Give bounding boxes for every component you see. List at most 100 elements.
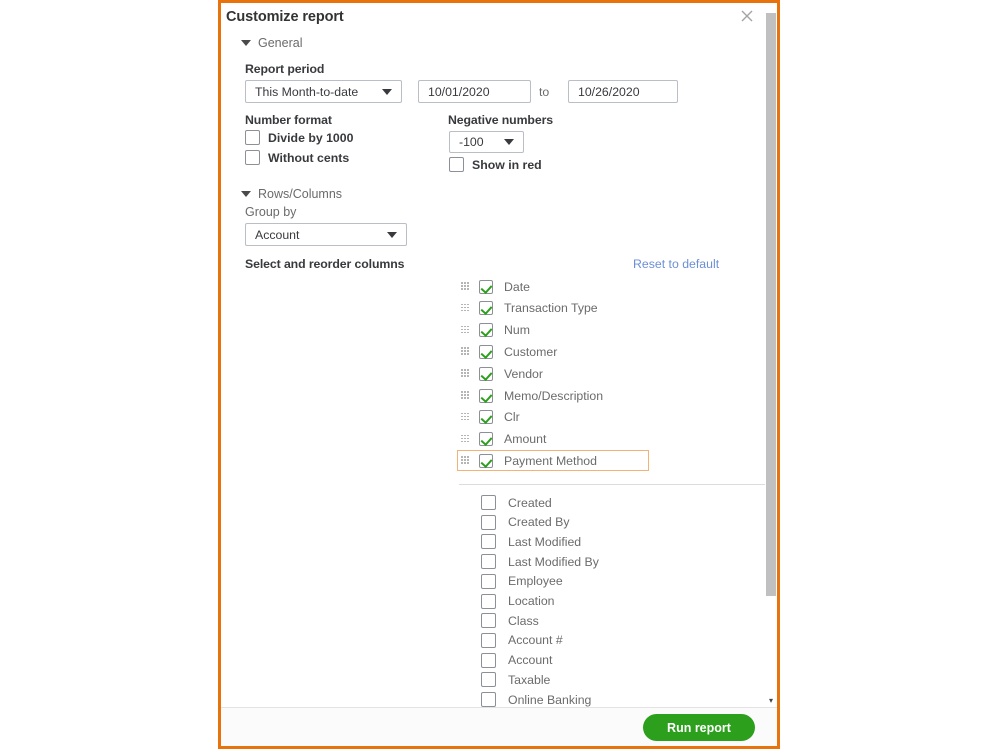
group-by-label: Group by bbox=[245, 205, 296, 219]
date-to-input[interactable]: 10/26/2020 bbox=[568, 80, 678, 103]
panel-footer: Run report bbox=[221, 707, 777, 746]
page-title: Customize report bbox=[226, 9, 344, 25]
checkbox-box[interactable] bbox=[479, 367, 493, 381]
drag-handle-icon[interactable] bbox=[461, 369, 470, 378]
checkbox-box[interactable] bbox=[481, 613, 496, 628]
checkbox-box[interactable] bbox=[479, 301, 493, 315]
column-row[interactable]: Amount bbox=[458, 429, 546, 450]
drag-handle-icon[interactable] bbox=[461, 413, 470, 422]
drag-handle-icon[interactable] bbox=[461, 326, 470, 335]
column-label: Payment Method bbox=[504, 454, 597, 468]
available-column-label: Created bbox=[508, 496, 552, 510]
checkbox-box[interactable] bbox=[481, 495, 496, 510]
checkbox-box[interactable] bbox=[481, 672, 496, 687]
section-header-general[interactable]: General bbox=[241, 36, 302, 50]
column-row[interactable]: Clr bbox=[458, 407, 520, 428]
checkbox-box[interactable] bbox=[481, 653, 496, 668]
checkbox-box[interactable] bbox=[479, 280, 493, 294]
section-label-general: General bbox=[258, 36, 302, 50]
checkbox-box[interactable] bbox=[481, 515, 496, 530]
checkbox-without-cents[interactable]: Without cents bbox=[245, 150, 349, 165]
drag-handle-icon[interactable] bbox=[461, 391, 470, 400]
customize-report-panel: Customize report General Report period T… bbox=[218, 0, 780, 749]
available-column-label: Created By bbox=[508, 515, 570, 529]
checkbox-label: Divide by 1000 bbox=[268, 131, 353, 145]
checkbox-box[interactable] bbox=[481, 633, 496, 648]
columns-section-label: Select and reorder columns bbox=[245, 257, 404, 271]
checkbox-box[interactable] bbox=[481, 554, 496, 569]
available-column-row[interactable]: Last Modified bbox=[481, 534, 581, 549]
drag-handle-icon[interactable] bbox=[461, 282, 470, 291]
available-column-row[interactable]: Location bbox=[481, 594, 555, 609]
checkbox-box[interactable] bbox=[479, 454, 493, 468]
column-row[interactable]: Transaction Type bbox=[458, 298, 598, 319]
column-row[interactable]: Num bbox=[458, 320, 530, 341]
section-label-rows-columns: Rows/Columns bbox=[258, 187, 342, 201]
number-format-label: Number format bbox=[245, 113, 332, 127]
column-label: Amount bbox=[504, 432, 546, 446]
vertical-scrollbar[interactable]: ▾ bbox=[765, 3, 777, 707]
checkbox-box[interactable] bbox=[481, 534, 496, 549]
section-header-rows-columns[interactable]: Rows/Columns bbox=[241, 187, 342, 201]
drag-handle-icon[interactable] bbox=[461, 347, 470, 356]
negative-numbers-select[interactable]: -100 bbox=[449, 131, 524, 153]
scrollbar-thumb[interactable] bbox=[766, 13, 776, 596]
available-column-row[interactable]: Last Modified By bbox=[481, 554, 599, 569]
available-column-row[interactable]: Account bbox=[481, 653, 552, 668]
column-row[interactable]: Date bbox=[458, 276, 530, 297]
checkbox-box[interactable] bbox=[479, 323, 493, 337]
column-label: Memo/Description bbox=[504, 389, 603, 403]
available-column-row[interactable]: Created bbox=[481, 495, 552, 510]
date-from-input[interactable]: 10/01/2020 bbox=[418, 80, 531, 103]
column-row[interactable]: Vendor bbox=[458, 363, 543, 384]
checkbox-box bbox=[449, 157, 464, 172]
negative-numbers-value: -100 bbox=[459, 135, 484, 149]
available-column-label: Last Modified By bbox=[508, 555, 599, 569]
drag-handle-icon[interactable] bbox=[461, 435, 470, 444]
available-column-row[interactable]: Created By bbox=[481, 515, 570, 530]
date-range-to-label: to bbox=[539, 85, 549, 99]
panel-scroll-body: Customize report General Report period T… bbox=[221, 3, 777, 707]
report-period-label: Report period bbox=[245, 62, 324, 76]
available-column-row[interactable]: Online Banking bbox=[481, 692, 591, 707]
column-label: Num bbox=[504, 323, 530, 337]
group-by-select[interactable]: Account bbox=[245, 223, 407, 246]
checkbox-box bbox=[245, 130, 260, 145]
available-column-label: Account # bbox=[508, 633, 563, 647]
checkbox-box[interactable] bbox=[479, 389, 493, 403]
checkbox-show-in-red[interactable]: Show in red bbox=[449, 157, 542, 172]
date-from-value: 10/01/2020 bbox=[428, 85, 490, 99]
available-column-row[interactable]: Employee bbox=[481, 574, 563, 589]
available-column-label: Class bbox=[508, 614, 539, 628]
available-column-row[interactable]: Taxable bbox=[481, 672, 550, 687]
column-label: Transaction Type bbox=[504, 301, 598, 315]
available-column-label: Location bbox=[508, 594, 555, 608]
checkbox-box[interactable] bbox=[479, 410, 493, 424]
drag-handle-icon[interactable] bbox=[461, 456, 470, 465]
close-icon[interactable] bbox=[739, 8, 755, 24]
run-report-button[interactable]: Run report bbox=[643, 714, 755, 741]
checkbox-label: Without cents bbox=[268, 151, 349, 165]
column-label: Clr bbox=[504, 410, 520, 424]
checkbox-box[interactable] bbox=[481, 692, 496, 707]
scroll-down-arrow-icon[interactable]: ▾ bbox=[767, 697, 775, 705]
column-row[interactable]: Memo/Description bbox=[458, 385, 603, 406]
checkbox-box[interactable] bbox=[481, 574, 496, 589]
available-column-label: Taxable bbox=[508, 673, 550, 687]
reset-to-default-link[interactable]: Reset to default bbox=[633, 257, 719, 271]
checkbox-divide-by-1000[interactable]: Divide by 1000 bbox=[245, 130, 353, 145]
available-column-row[interactable]: Account # bbox=[481, 633, 563, 648]
chevron-down-icon bbox=[382, 89, 392, 95]
checkbox-box[interactable] bbox=[479, 432, 493, 446]
drag-handle-icon[interactable] bbox=[461, 304, 470, 313]
column-row[interactable]: Customer bbox=[458, 341, 557, 362]
report-period-preset-value: This Month-to-date bbox=[255, 85, 358, 99]
report-period-preset-select[interactable]: This Month-to-date bbox=[245, 80, 402, 103]
available-column-row[interactable]: Class bbox=[481, 613, 539, 628]
checkbox-box[interactable] bbox=[481, 594, 496, 609]
checkbox-label: Show in red bbox=[472, 158, 542, 172]
column-row[interactable]: Payment Method bbox=[457, 450, 649, 471]
negative-numbers-label: Negative numbers bbox=[448, 113, 553, 127]
checkbox-box[interactable] bbox=[479, 345, 493, 359]
available-column-label: Last Modified bbox=[508, 535, 581, 549]
